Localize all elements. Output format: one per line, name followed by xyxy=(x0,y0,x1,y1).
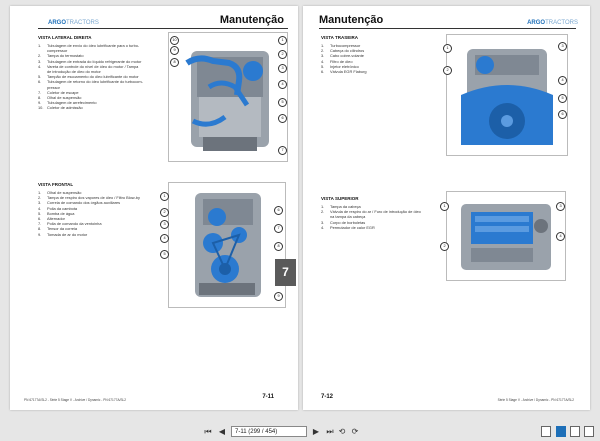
page-number: 7-11 xyxy=(262,394,274,400)
right-page: Manutenção ARGOTRACTORS VISTA TRASEIRA 1… xyxy=(303,6,590,410)
engine-rear-view-illustration xyxy=(461,49,553,145)
page-number-field[interactable]: 7-11 (299 / 454) xyxy=(231,426,307,437)
engine-rear-view-figure xyxy=(446,34,568,156)
last-page-icon[interactable]: ⏭ xyxy=(325,426,335,437)
forward-icon[interactable]: ⟳ xyxy=(350,426,360,437)
callout-number: 2 xyxy=(443,66,452,75)
viewer-toolbar: ⏮ ◀ 7-11 (299 / 454) ▶ ⏭ ⟲ ⟳ xyxy=(0,423,600,441)
callout-number: 3 xyxy=(558,42,567,51)
brand-logo: ARGOTRACTORS xyxy=(48,20,99,26)
callout-number: 8 xyxy=(274,242,283,251)
callout-number: 4 xyxy=(558,76,567,85)
item-number: 9. xyxy=(38,231,42,237)
next-page-icon[interactable]: ▶ xyxy=(311,426,321,437)
callout-number: 1 xyxy=(160,192,169,201)
engine-side-view-illustration xyxy=(185,51,269,151)
list-item: 9. Tomada de ar do motor xyxy=(38,232,166,237)
section-title: VISTA SUPERIOR xyxy=(321,196,359,201)
callout-number: 7 xyxy=(274,224,283,233)
list-item: 10. Coletor de admissão xyxy=(38,105,166,110)
callout-number: 4 xyxy=(160,234,169,243)
previous-page-icon[interactable]: ◀ xyxy=(217,426,227,437)
parts-list: 1. Olhal de suspensão 2. Tampa de respiro d… xyxy=(38,190,166,237)
callout-number: 2 xyxy=(278,50,287,59)
item-text: Tubulagem de retorno do óleo lubrificant… xyxy=(47,79,143,85)
item-number: 10. xyxy=(38,105,44,111)
back-icon[interactable]: ⟲ xyxy=(337,426,347,437)
continuous-view-icon[interactable] xyxy=(570,426,580,437)
page-number: 7-12 xyxy=(321,394,334,400)
page-title: Manutenção xyxy=(219,14,284,26)
callout-number: 3 xyxy=(278,64,287,73)
callout-number: 6 xyxy=(278,114,287,123)
item-number: 4. xyxy=(321,224,325,230)
engine-top-view-illustration xyxy=(461,204,551,270)
brand-logo: ARGOTRACTORS xyxy=(527,20,578,26)
callout-number: 10 xyxy=(170,36,179,45)
callout-number: 2 xyxy=(440,242,449,251)
callout-number: 5 xyxy=(558,94,567,103)
item-text: Coletor de admissão xyxy=(47,105,83,111)
engine-side-view-figure xyxy=(168,32,288,162)
footer-text: Série 5 Stage V - Archive / Dynamic - PN… xyxy=(497,398,574,402)
callout-number: 3 xyxy=(160,220,169,229)
parts-list: 1. Tampa da cabeça 2. Válvula de respiro do… xyxy=(321,204,443,230)
callout-number: 8 xyxy=(170,58,179,67)
left-page: ARGOTRACTORS Manutenção VISTA LATERAL DI… xyxy=(10,6,298,410)
item-text: Válvula EGR Flaburg xyxy=(330,69,367,75)
single-page-view-icon[interactable] xyxy=(541,426,551,437)
callout-number: 6 xyxy=(274,206,283,215)
chapter-tab[interactable]: 7 xyxy=(275,259,296,286)
callout-number: 5 xyxy=(160,250,169,259)
two-page-view-icon[interactable] xyxy=(556,426,566,437)
section-title: VISTA FRONTAL xyxy=(38,182,74,187)
footer-text: PN 67177A/SL2 - Série 5 Stage V - Archiv… xyxy=(24,398,127,402)
callout-number: 2 xyxy=(160,208,169,217)
callout-number: 1 xyxy=(443,44,452,53)
facing-view-icon[interactable] xyxy=(584,426,594,437)
header-rule xyxy=(319,28,576,29)
item-text: Tomada de ar do motor xyxy=(47,231,88,237)
header-rule xyxy=(38,28,288,29)
callout-number: 9 xyxy=(274,292,283,301)
callout-number: 3 xyxy=(556,202,565,211)
item-text: Permutador de calor EGR xyxy=(330,224,375,230)
page-title: Manutenção xyxy=(319,14,384,26)
engine-top-view-figure xyxy=(446,191,566,281)
section-title: VISTA LATERAL DIREITA xyxy=(38,35,92,40)
callout-number: 9 xyxy=(170,46,179,55)
first-page-icon[interactable]: ⏮ xyxy=(203,426,213,437)
list-item: 6. Válvula EGR Flaburg xyxy=(321,69,441,74)
list-item: 4. Permutador de calor EGR xyxy=(321,225,443,230)
section-title: VISTA TRASEIRA xyxy=(321,35,359,40)
item-number: 6. xyxy=(321,69,325,75)
callout-number: 5 xyxy=(278,98,287,107)
callout-number: 7 xyxy=(278,146,287,155)
callout-number: 6 xyxy=(558,110,567,119)
engine-front-view-illustration xyxy=(195,193,261,297)
callout-number: 1 xyxy=(278,36,287,45)
callout-number: 1 xyxy=(440,202,449,211)
engine-front-view-figure xyxy=(168,182,286,308)
callout-number: 4 xyxy=(278,80,287,89)
parts-list: 1. Tubulagem de envio do óleo lubrificant… xyxy=(38,43,166,111)
callout-number: 4 xyxy=(556,232,565,241)
parts-list: 1. Turbocompressor 2. Cabeça do cilindros 3.… xyxy=(321,43,441,74)
